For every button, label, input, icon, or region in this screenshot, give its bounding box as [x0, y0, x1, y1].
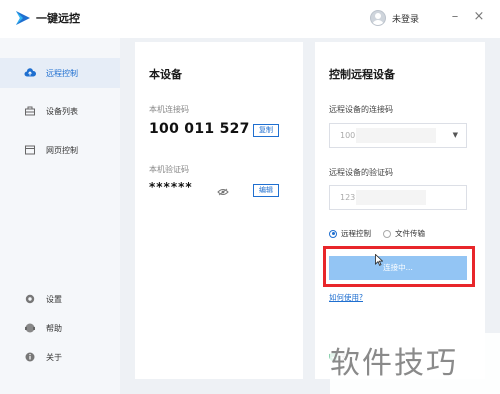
sidebar-item-label: 远程控制	[46, 68, 78, 78]
sidebar-item-label: 关于	[46, 352, 62, 362]
edit-button[interactable]: 编辑	[253, 184, 279, 197]
sidebar-item-settings[interactable]: 设置	[0, 284, 120, 314]
mode-remote-control[interactable]: 远程控制	[329, 228, 371, 239]
remote-control-title: 控制远程设备	[329, 68, 395, 81]
app-logo: 一键远控	[14, 10, 80, 26]
sidebar-item-help[interactable]: 帮助	[0, 313, 120, 343]
user-account[interactable]: 未登录	[370, 10, 419, 26]
sidebar-item-about[interactable]: 关于	[0, 342, 120, 372]
how-to-use-link[interactable]: 如何使用?	[329, 292, 363, 303]
redacted-mask	[356, 190, 426, 205]
sidebar-item-device-list[interactable]: 设备列表	[0, 96, 120, 126]
local-connection-code: 100 011 527	[149, 121, 250, 137]
sidebar-item-remote-control[interactable]: 远程控制	[0, 58, 120, 88]
sidebar-item-label: 帮助	[46, 323, 62, 333]
mouse-cursor-icon	[375, 254, 383, 266]
redacted-mask	[356, 128, 436, 143]
local-verify-code: ******	[149, 180, 193, 194]
info-icon	[24, 351, 36, 363]
remote-code-select[interactable]: 100 ▼	[329, 123, 467, 148]
radio-checked[interactable]	[329, 229, 337, 238]
avatar[interactable]	[370, 10, 386, 26]
local-code-label: 本机连接码	[149, 105, 189, 114]
app-window: 一键远控 未登录 – × 远程控制 设备列表 网页控制 设置 帮助 关于 本设备…	[0, 0, 500, 394]
local-device-panel: 本设备 本机连接码 100 011 527 复制 本机验证码 ****** 编辑	[135, 42, 303, 379]
sidebar-item-label: 网页控制	[46, 145, 78, 155]
minimize-button[interactable]: –	[448, 10, 462, 24]
watermark: 软件技巧	[330, 346, 458, 381]
login-status[interactable]: 未登录	[392, 12, 419, 25]
title-bar: 一键远控 未登录 – ×	[0, 0, 500, 38]
close-button[interactable]: ×	[472, 10, 486, 24]
remote-verify-label: 远程设备的验证码	[329, 168, 393, 177]
mode-selector: 远程控制 文件传输	[329, 228, 437, 239]
mode-file-transfer[interactable]: 文件传输	[383, 228, 425, 239]
play-logo-icon	[14, 10, 32, 26]
app-name: 一键远控	[36, 12, 80, 25]
caret-down-icon[interactable]: ▼	[453, 124, 458, 147]
local-verify-label: 本机验证码	[149, 165, 189, 174]
device-list-icon	[24, 105, 36, 117]
cloud-upload-icon	[24, 67, 36, 79]
copy-button[interactable]: 复制	[253, 124, 279, 137]
sidebar-item-web-control[interactable]: 网页控制	[0, 135, 120, 165]
remote-code-value: 100	[340, 131, 356, 140]
sidebar-item-label: 设置	[46, 294, 62, 304]
mode-label: 远程控制	[341, 229, 371, 238]
eye-icon[interactable]	[217, 188, 229, 196]
mode-label: 文件传输	[395, 229, 425, 238]
sidebar-item-label: 设备列表	[46, 106, 78, 116]
radio-unchecked[interactable]	[383, 229, 391, 238]
remote-code-label: 远程设备的连接码	[329, 105, 393, 114]
remote-verify-value: 123	[340, 193, 356, 202]
local-device-title: 本设备	[149, 68, 182, 81]
browser-icon	[24, 144, 36, 156]
highlight-box	[323, 246, 475, 287]
sidebar: 远程控制 设备列表 网页控制 设置 帮助 关于	[0, 38, 120, 394]
remote-control-panel: 控制远程设备 远程设备的连接码 100 ▼ 远程设备的验证码 123 远程控制 …	[315, 42, 485, 379]
gear-icon	[24, 293, 36, 305]
help-icon	[24, 322, 36, 334]
remote-verify-input[interactable]: 123	[329, 185, 467, 210]
